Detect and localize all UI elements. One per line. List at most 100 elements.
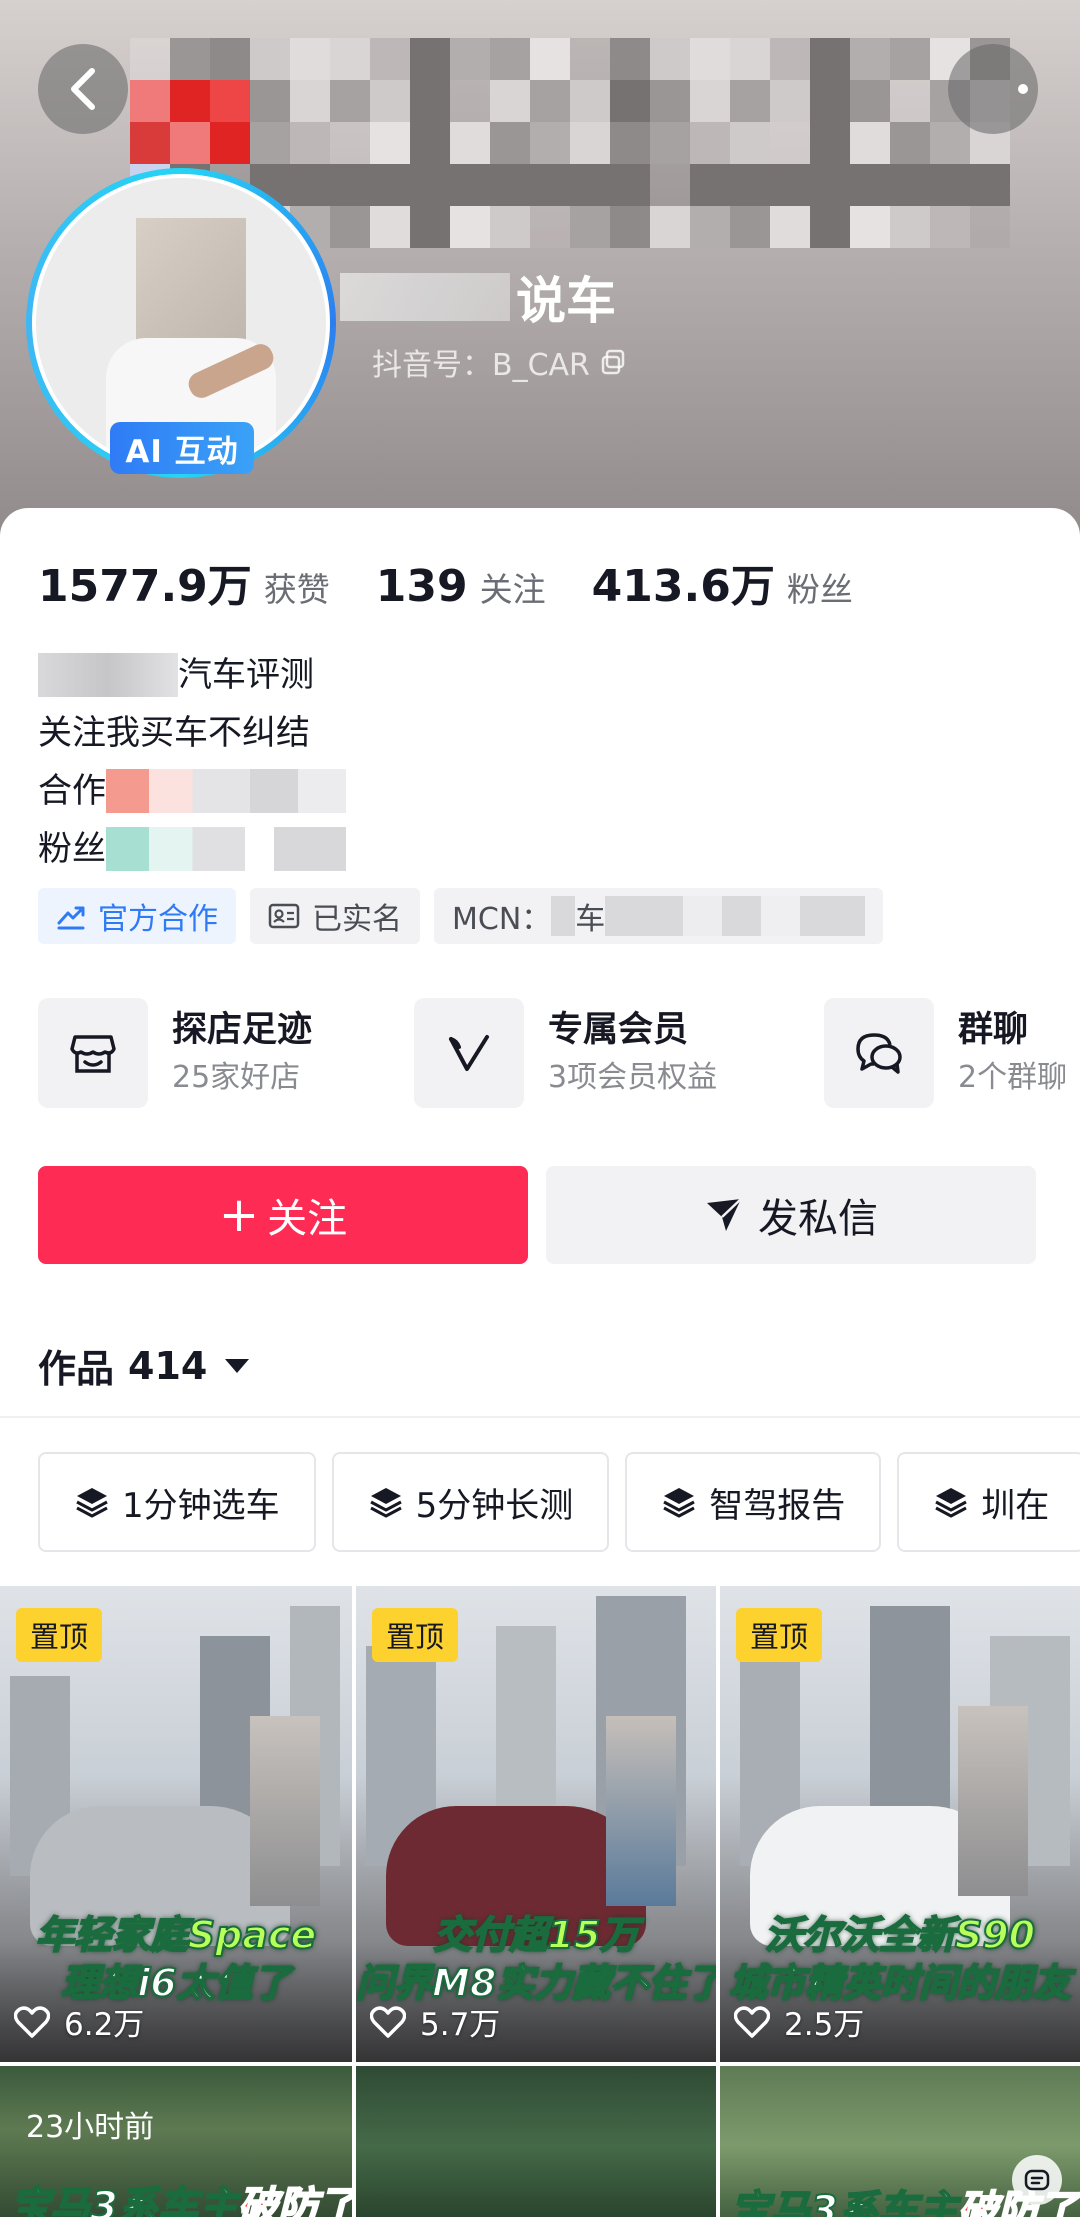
- stats-row: 1577.9万 获赞 139 关注 413.6万 粉丝: [38, 550, 899, 614]
- feature-row: 探店足迹 25家好店 专属会员 3项会员权益 群聊 2个群聊: [38, 998, 1080, 1108]
- like-count: 2.5万: [734, 1999, 864, 2044]
- video-tile[interactable]: 23小时前 宝马3系车主破防了!: [0, 2066, 352, 2217]
- bio-line-1: 汽车评测: [178, 655, 314, 695]
- feature-shop[interactable]: 探店足迹 25家好店: [38, 998, 312, 1108]
- nickname-row: 说车: [340, 262, 616, 332]
- collection-chip[interactable]: 智驾报告: [625, 1452, 882, 1552]
- video-tile[interactable]: 置顶 沃尔沃全新S90 城市精英时间的朋友 2.5万: [720, 1586, 1080, 2062]
- nickname-blur: [340, 273, 510, 321]
- mcn-visible: 车: [575, 902, 606, 937]
- message-label: 发私信: [758, 1196, 878, 1242]
- layers-icon: [663, 1488, 695, 1518]
- douyin-id[interactable]: 抖音号：B_CAR: [372, 340, 626, 384]
- video-tile[interactable]: 置顶 年轻家庭Space 理想i6太值了 6.2万: [0, 1586, 352, 2062]
- heart-icon: [370, 2005, 406, 2038]
- bio-blur: [38, 653, 178, 697]
- douyin-id-text: 抖音号：B_CAR: [372, 348, 590, 383]
- bio-blur: [106, 827, 346, 871]
- nickname: 说车: [516, 272, 616, 330]
- caret-down-icon: [225, 1358, 250, 1373]
- followers-label: 粉丝: [786, 570, 853, 609]
- feature-vip[interactable]: 专属会员 3项会员权益: [414, 998, 717, 1108]
- heart-icon: [14, 2005, 50, 2038]
- like-count-text: 2.5万: [784, 2007, 865, 2043]
- profile-header: AI 互动 说车 抖音号：B_CAR: [0, 0, 1080, 560]
- id-card-icon: [268, 903, 300, 929]
- feature-title: 专属会员: [548, 1010, 689, 1050]
- following-count[interactable]: 139: [376, 561, 468, 612]
- collection-label: 5分钟长测: [415, 1485, 574, 1526]
- follow-button[interactable]: + 关注: [38, 1166, 528, 1264]
- plus-icon: +: [218, 1187, 260, 1243]
- video-tile[interactable]: 置顶 交付超15万 问界M8实力藏不住了 5.7万: [356, 1586, 716, 2062]
- mcn-blur: [605, 896, 866, 936]
- likes-label: 获赞: [263, 570, 330, 609]
- vip-v-icon: [414, 998, 524, 1108]
- official-coop-tag[interactable]: 官方合作: [38, 888, 236, 944]
- like-count-text: 5.7万: [420, 2007, 501, 2043]
- like-count-text: 6.2万: [64, 2007, 145, 2043]
- copy-icon[interactable]: [600, 349, 626, 375]
- feature-sub: 2个群聊: [958, 1060, 1068, 1095]
- works-label: 作品: [38, 1347, 115, 1391]
- collection-row: 1分钟选车 5分钟长测 智驾报告 圳在: [38, 1452, 1080, 1552]
- verified-tag[interactable]: 已实名: [250, 888, 420, 944]
- layers-icon: [935, 1488, 967, 1518]
- post-time: 23小时前: [26, 2110, 155, 2145]
- works-tab[interactable]: 作品 414: [38, 1338, 250, 1393]
- video-caption-1: 年轻家庭Space: [35, 1912, 318, 1958]
- floating-assistant-button[interactable]: [1012, 2155, 1062, 2205]
- collection-chip[interactable]: 1分钟选车: [38, 1452, 316, 1552]
- feature-sub: 3项会员权益: [548, 1060, 718, 1095]
- pinned-badge: 置顶: [736, 1608, 823, 1662]
- chevron-left-icon: [71, 68, 95, 110]
- collection-label: 智驾报告: [709, 1485, 846, 1526]
- video-caption-1: 沃尔沃全新S90: [764, 1912, 1036, 1958]
- follow-label: 关注: [267, 1196, 348, 1242]
- bio-line-3: 合作: [38, 771, 106, 811]
- divider: [0, 1416, 1080, 1418]
- shop-icon: [38, 998, 148, 1108]
- feature-sub: 25家好店: [172, 1060, 301, 1095]
- video-caption-1: 宝马3系车主: [729, 2187, 959, 2217]
- collection-label: 圳在: [981, 1485, 1050, 1526]
- works-count: 414: [128, 1343, 208, 1388]
- mcn-blur: [551, 896, 576, 936]
- following-label: 关注: [479, 570, 546, 609]
- assistant-icon: [1024, 2169, 1050, 2191]
- video-caption-1: 交付超15万: [433, 1912, 640, 1958]
- video-caption-highlight: 破防了!: [237, 2183, 352, 2217]
- heart-icon: [734, 2005, 770, 2038]
- more-dot-icon: [1018, 84, 1028, 94]
- feature-title: 探店足迹: [172, 1010, 313, 1050]
- collection-chip[interactable]: 圳在: [897, 1452, 1080, 1552]
- layers-icon: [369, 1488, 402, 1518]
- bio-line-4: 粉丝: [38, 829, 106, 869]
- mcn-prefix: MCN：: [452, 902, 552, 937]
- back-button[interactable]: [38, 44, 128, 134]
- pinned-badge: 置顶: [16, 1608, 103, 1662]
- collection-label: 1分钟选车: [122, 1485, 280, 1526]
- likes-count[interactable]: 1577.9万: [38, 550, 252, 614]
- feature-title: 群聊: [958, 1010, 1029, 1050]
- message-button[interactable]: 发私信: [546, 1166, 1036, 1264]
- mcn-tag[interactable]: MCN： 车: [434, 888, 884, 944]
- handshake-icon: [57, 906, 85, 930]
- verified-label: 已实名: [312, 902, 402, 937]
- bio: 汽车评测 关注我买车不纠结 合作 粉丝: [38, 646, 346, 878]
- official-coop-label: 官方合作: [98, 902, 218, 937]
- followers-count[interactable]: 413.6万: [592, 550, 775, 614]
- feature-group-chat[interactable]: 群聊 2个群聊: [824, 998, 1067, 1108]
- tag-row: 官方合作 已实名 MCN： 车: [38, 888, 897, 944]
- video-caption-1: 宝马3系车主: [9, 2183, 239, 2217]
- bio-blur: [106, 769, 346, 813]
- more-button[interactable]: [948, 44, 1038, 134]
- like-count: 6.2万: [14, 1999, 144, 2044]
- ai-interact-badge[interactable]: AI 互动: [110, 422, 254, 474]
- paper-plane-icon: [707, 1198, 742, 1231]
- pinned-badge: 置顶: [372, 1608, 459, 1662]
- layers-icon: [76, 1488, 108, 1518]
- chat-bubbles-icon: [824, 998, 934, 1108]
- collection-chip[interactable]: 5分钟长测: [331, 1452, 610, 1552]
- video-tile[interactable]: [356, 2066, 716, 2217]
